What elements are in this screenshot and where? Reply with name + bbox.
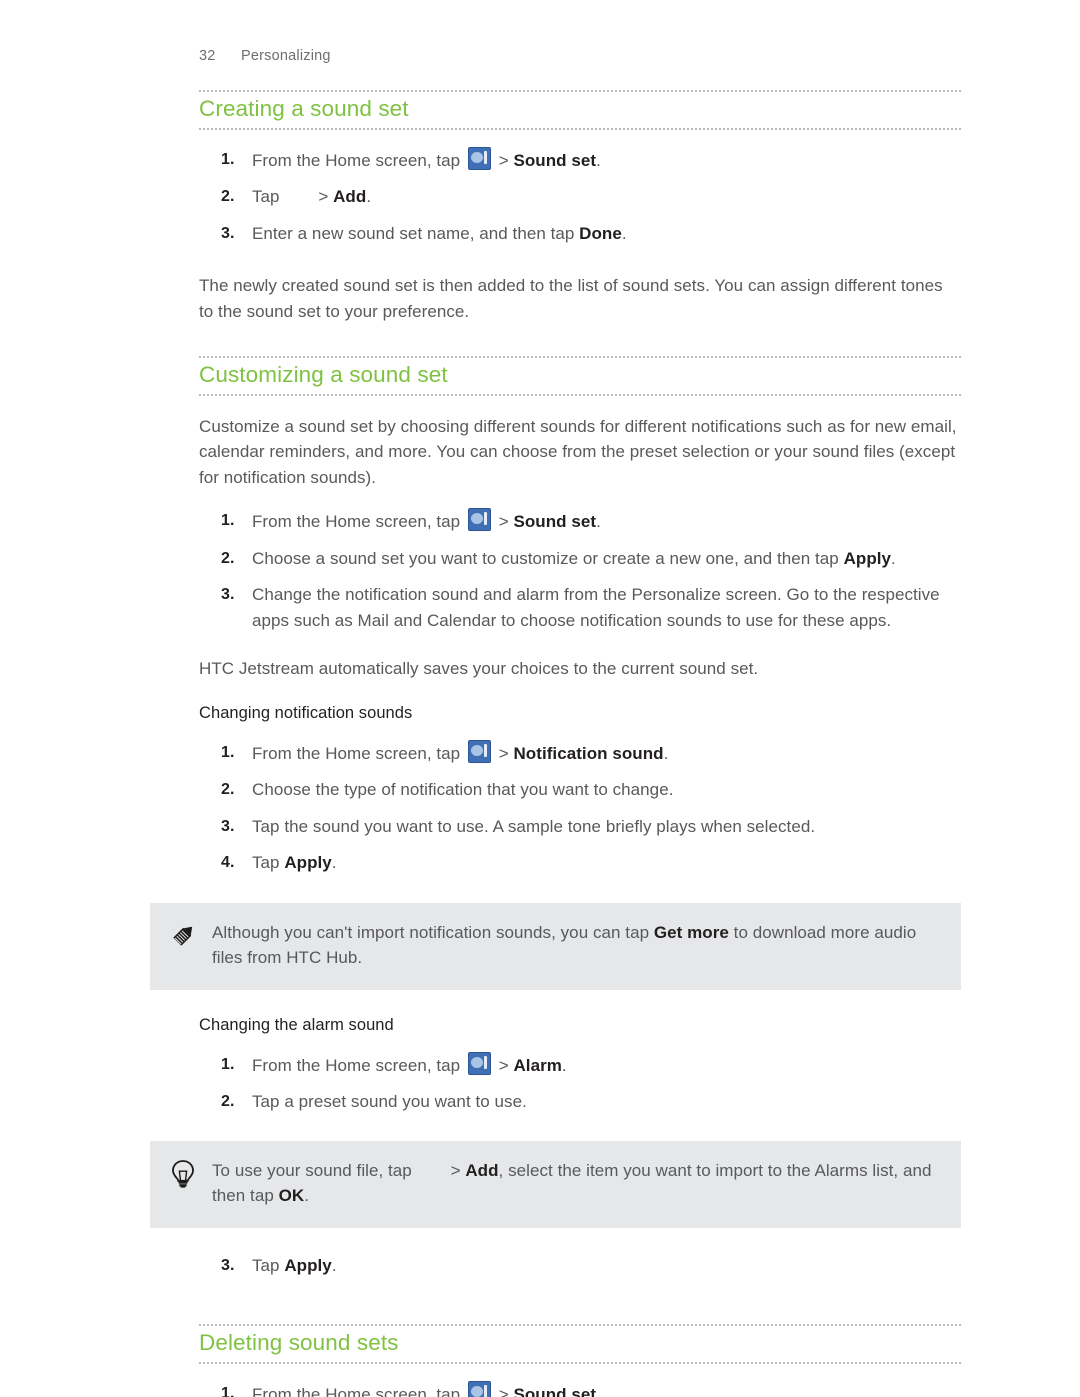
ui-term: Get more bbox=[653, 922, 729, 942]
step-text: From the Home screen, tap > Sound set. bbox=[252, 146, 601, 170]
step-text: From the Home screen, tap > Sound set. bbox=[252, 1380, 601, 1397]
step-item: 4. Tap Apply. bbox=[199, 850, 961, 876]
lightbulb-icon bbox=[165, 1156, 201, 1192]
step-item: 3. Tap the sound you want to use. A sampl… bbox=[199, 814, 961, 840]
step-number: 1. bbox=[221, 743, 235, 761]
tip-callout: To use your sound file, tap > Add, selec… bbox=[150, 1140, 961, 1228]
step-text: Tap a preset sound you want to use. bbox=[252, 1092, 527, 1112]
step-text: Enter a new sound set name, and then tap… bbox=[252, 223, 627, 243]
step-text: Tap Apply. bbox=[252, 853, 337, 873]
ui-term: Apply bbox=[284, 1255, 332, 1275]
step-number: 2. bbox=[221, 781, 235, 799]
htc-personalize-icon bbox=[467, 1380, 491, 1397]
paragraph-autosave-note: HTC Jetstream automatically saves your c… bbox=[199, 659, 759, 679]
step-number: 3. bbox=[221, 1256, 235, 1274]
page-number: 32 bbox=[199, 48, 216, 64]
page-header: 32 Personalizing bbox=[199, 48, 331, 64]
paragraph-creating-result: The newly created sound set is then adde… bbox=[199, 276, 943, 321]
step-item: 1. From the Home screen, tap > Notificati… bbox=[199, 739, 961, 767]
steps-customizing-a-sound-set: 1. From the Home screen, tap > Sound set.… bbox=[199, 508, 961, 633]
ui-term: Notification sound bbox=[513, 743, 664, 763]
step-text: Choose a sound set you want to customize… bbox=[252, 548, 896, 568]
step-item: 3. Change the notification sound and alar… bbox=[199, 582, 961, 633]
step-number: 2. bbox=[221, 1093, 235, 1111]
steps-deleting-sound-sets: 1. From the Home screen, tap > Sound set.… bbox=[199, 1380, 961, 1397]
missing-menu-icon bbox=[417, 1163, 451, 1180]
manual-page: 32 Personalizing Creating a sound set 1.… bbox=[0, 0, 1080, 1397]
htc-personalize-icon bbox=[467, 1051, 491, 1075]
ui-term: Sound set bbox=[513, 512, 597, 532]
step-number: 3. bbox=[221, 224, 235, 242]
step-text: From the Home screen, tap > Alarm. bbox=[252, 1051, 567, 1075]
htc-personalize-icon bbox=[467, 739, 491, 763]
htc-personalize-icon bbox=[467, 146, 491, 170]
sub-heading-changing-the-alarm-sound: Changing the alarm sound bbox=[199, 1015, 394, 1034]
step-item: 2. Tap a preset sound you want to use. bbox=[199, 1089, 961, 1115]
section-heading-deleting-sound-sets: Deleting sound sets bbox=[199, 1324, 961, 1364]
ui-term: Done bbox=[579, 223, 622, 243]
ui-term: Sound set bbox=[513, 150, 597, 170]
pencil-icon bbox=[165, 918, 201, 954]
ui-term: Alarm bbox=[513, 1055, 562, 1075]
note-callout: Although you can't import notification s… bbox=[150, 902, 961, 990]
section-heading-customizing-a-sound-set: Customizing a sound set bbox=[199, 356, 961, 396]
ui-term: Apply bbox=[284, 853, 332, 873]
step-number: 1. bbox=[221, 512, 235, 530]
step-number: 3. bbox=[221, 817, 235, 835]
step-text: Tap the sound you want to use. A sample … bbox=[252, 816, 816, 836]
step-text: From the Home screen, tap > Notification… bbox=[252, 739, 668, 763]
step-item: 1. From the Home screen, tap > Sound set. bbox=[199, 508, 961, 535]
ui-term: OK bbox=[278, 1186, 305, 1206]
step-number: 2. bbox=[221, 549, 235, 567]
steps-changing-notification-sounds: 1. From the Home screen, tap > Notificati… bbox=[199, 739, 961, 876]
step-item: 3. Enter a new sound set name, and then t… bbox=[199, 221, 961, 247]
step-text: Tap Apply. bbox=[252, 1255, 337, 1275]
step-item: 2. Choose a sound set you want to customi… bbox=[199, 546, 961, 572]
steps-changing-the-alarm-sound-continued: 3. Tap Apply. bbox=[199, 1253, 961, 1279]
note-callout-text: Although you can't import notification s… bbox=[212, 922, 917, 968]
step-number: 4. bbox=[221, 854, 235, 872]
step-number: 2. bbox=[221, 188, 235, 206]
missing-menu-icon bbox=[284, 189, 318, 206]
steps-changing-the-alarm-sound: 1. From the Home screen, tap > Alarm. 2. Ta… bbox=[199, 1051, 961, 1115]
page-content: Creating a sound set 1. From the Home scr… bbox=[150, 90, 961, 1397]
steps-creating-a-sound-set: 1. From the Home screen, tap > Sound set.… bbox=[199, 146, 961, 247]
step-number: 3. bbox=[221, 586, 235, 604]
htc-personalize-icon bbox=[467, 508, 491, 532]
sub-heading-changing-notification-sounds: Changing notification sounds bbox=[199, 703, 413, 722]
step-text: Tap > Add. bbox=[252, 187, 372, 207]
ui-term: Sound set bbox=[513, 1384, 597, 1397]
tip-callout-text: To use your sound file, tap > Add, selec… bbox=[212, 1160, 932, 1206]
paragraph-customizing-intro: Customize a sound set by choosing differ… bbox=[199, 416, 957, 487]
ui-term: Add bbox=[465, 1160, 499, 1180]
step-item: 1. From the Home screen, tap > Alarm. bbox=[199, 1051, 961, 1079]
step-item: 1. From the Home screen, tap > Sound set. bbox=[199, 1380, 961, 1397]
step-text: From the Home screen, tap > Sound set. bbox=[252, 508, 601, 532]
section-heading-creating-a-sound-set: Creating a sound set bbox=[199, 90, 961, 130]
step-number: 1. bbox=[221, 1055, 235, 1073]
step-text: Choose the type of notification that you… bbox=[252, 780, 674, 800]
step-item: 2. Tap > Add. bbox=[199, 184, 961, 210]
step-number: 1. bbox=[221, 150, 235, 168]
step-item: 1. From the Home screen, tap > Sound set. bbox=[199, 146, 961, 174]
step-item: 3. Tap Apply. bbox=[199, 1253, 961, 1279]
ui-term: Add bbox=[333, 187, 367, 207]
ui-term: Apply bbox=[843, 548, 892, 568]
step-item: 2. Choose the type of notification that y… bbox=[199, 777, 961, 803]
running-title: Personalizing bbox=[241, 48, 331, 64]
step-text: Change the notification sound and alarm … bbox=[252, 585, 940, 630]
step-number: 1. bbox=[221, 1384, 235, 1397]
